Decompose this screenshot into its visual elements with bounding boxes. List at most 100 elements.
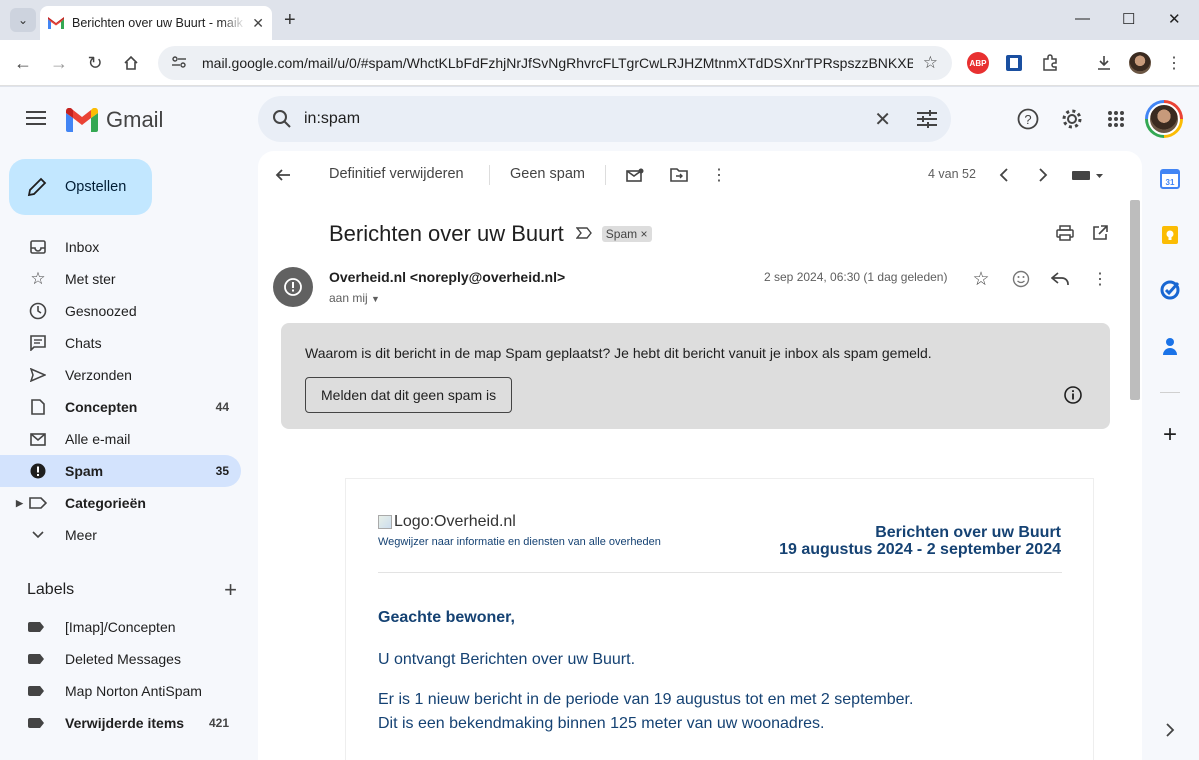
- intro-paragraph: U ontvangt Berichten over uw Buurt.: [378, 651, 636, 668]
- show-side-panel-chevron-icon[interactable]: [1160, 720, 1180, 740]
- sender-avatar[interactable]: [273, 267, 313, 307]
- settings-gear-icon[interactable]: [1060, 107, 1084, 131]
- inbox-icon: [28, 237, 48, 257]
- sender-name[interactable]: Overheid.nl <noreply@overheid.nl>: [329, 269, 565, 285]
- labels-list: [Imap]/Concepten Deleted Messages Map No…: [0, 611, 256, 739]
- toolbar-divider: [489, 165, 490, 185]
- expand-arrow-icon[interactable]: ▶: [16, 498, 23, 509]
- search-icon[interactable]: [272, 109, 292, 129]
- emoji-reaction-icon[interactable]: [1009, 267, 1033, 291]
- compose-button[interactable]: Opstellen: [9, 159, 152, 215]
- sidebar-item-label: Gesnoozed: [65, 303, 137, 319]
- label-item-deleted-items[interactable]: Verwijderde items 421: [0, 707, 241, 739]
- forward-icon[interactable]: →: [46, 50, 72, 76]
- search-input[interactable]: in:spam: [304, 110, 874, 128]
- sidebar-item-spam[interactable]: Spam 35: [0, 455, 241, 487]
- window-close-icon[interactable]: ✕: [1168, 10, 1181, 28]
- spam-label-chip[interactable]: Spam ×: [601, 226, 652, 242]
- overheid-logo[interactable]: Logo:Overheid.nl: [378, 513, 516, 531]
- all-mail-icon: [28, 429, 48, 449]
- report-not-spam-button[interactable]: Melden dat dit geen spam is: [305, 377, 513, 413]
- star-message-icon[interactable]: ☆: [969, 267, 993, 291]
- message-scrollbar[interactable]: [1130, 200, 1140, 400]
- svg-text:?: ?: [1024, 112, 1031, 127]
- sidebar-item-inbox[interactable]: Inbox: [0, 231, 241, 263]
- pencil-icon: [27, 177, 47, 197]
- home-icon[interactable]: [118, 50, 144, 76]
- back-to-list-icon[interactable]: [271, 163, 295, 187]
- sidebar-item-label: Verzonden: [65, 367, 132, 383]
- label-item-deleted-messages[interactable]: Deleted Messages: [0, 643, 241, 675]
- get-addons-plus-icon[interactable]: +: [1160, 421, 1180, 448]
- sidebar-item-chats[interactable]: Chats: [0, 327, 241, 359]
- tab-close-icon[interactable]: ✕: [252, 15, 264, 32]
- newsletter-period: 19 augustus 2024 - 2 september 2024: [779, 541, 1061, 558]
- importance-marker-icon[interactable]: [575, 226, 592, 242]
- sidebar-item-snoozed[interactable]: Gesnoozed: [0, 295, 241, 327]
- spam-chip-text: Spam: [605, 227, 638, 241]
- new-tab-button[interactable]: +: [284, 9, 296, 32]
- browser-menu-icon[interactable]: ⋮: [1163, 52, 1185, 74]
- sidebar-item-starred[interactable]: ☆ Met ster: [0, 263, 241, 295]
- calendar-app-icon[interactable]: 31: [1160, 169, 1180, 189]
- sidebar-item-drafts[interactable]: Concepten 44: [0, 391, 241, 423]
- mark-unread-icon[interactable]: [623, 163, 647, 187]
- tab-title: Berichten over uw Buurt - maik: [72, 16, 243, 30]
- recipient-details[interactable]: aan mij ▼: [329, 291, 380, 305]
- sidebar-item-sent[interactable]: Verzonden: [0, 359, 241, 391]
- sidebar-item-categories[interactable]: ▶ Categorieën: [0, 487, 241, 519]
- side-panel-divider: [1160, 392, 1180, 393]
- newer-chevron-left-icon[interactable]: [992, 163, 1016, 187]
- maximize-icon[interactable]: ☐: [1122, 10, 1135, 28]
- back-icon[interactable]: ←: [10, 50, 36, 76]
- label-tag-icon: [28, 686, 44, 696]
- minimize-icon[interactable]: —: [1075, 10, 1090, 27]
- message-actions-bar: Definitief verwijderen Geen spam ⋮ 4 van…: [258, 151, 1130, 199]
- greeting: Geachte bewoner,: [378, 609, 515, 626]
- message-panel: Definitief verwijderen Geen spam ⋮ 4 van…: [258, 151, 1142, 760]
- adblock-extension-icon[interactable]: ABP: [967, 52, 989, 74]
- sidebar-item-count: 44: [215, 400, 229, 414]
- input-tools-keyboard-icon[interactable]: [1070, 163, 1106, 187]
- remove-label-icon[interactable]: ×: [640, 227, 647, 241]
- extension-icon[interactable]: [1003, 52, 1025, 74]
- main-menu-icon[interactable]: [26, 111, 46, 129]
- not-spam-button[interactable]: Geen spam: [510, 166, 585, 182]
- search-options-icon[interactable]: [917, 110, 937, 128]
- help-icon[interactable]: ?: [1016, 107, 1040, 131]
- apps-grid-icon[interactable]: [1104, 107, 1128, 131]
- delete-forever-button[interactable]: Definitief verwijderen: [329, 166, 464, 182]
- reload-icon[interactable]: ↻: [82, 50, 108, 76]
- message-more-icon[interactable]: ⋮: [1088, 267, 1112, 291]
- reply-icon[interactable]: [1048, 267, 1072, 291]
- bookmark-star-icon[interactable]: ☆: [923, 53, 938, 73]
- keep-app-icon[interactable]: [1160, 225, 1180, 245]
- profile-avatar[interactable]: [1129, 52, 1151, 74]
- add-label-icon[interactable]: +: [224, 577, 237, 603]
- search-bar[interactable]: in:spam ✕: [258, 96, 951, 142]
- print-icon[interactable]: [1053, 221, 1077, 245]
- gmail-m-icon: [66, 108, 98, 132]
- address-bar[interactable]: mail.google.com/mail/u/0/#spam/WhctKLbFd…: [158, 46, 952, 80]
- contacts-app-icon[interactable]: [1160, 336, 1180, 356]
- older-chevron-right-icon[interactable]: [1031, 163, 1055, 187]
- label-item-count: 421: [208, 716, 229, 730]
- info-icon[interactable]: [1063, 385, 1083, 405]
- gmail-logo[interactable]: Gmail: [66, 107, 163, 133]
- clock-icon: [28, 301, 48, 321]
- sidebar-item-more[interactable]: Meer: [0, 519, 241, 551]
- extensions-puzzle-icon[interactable]: [1039, 52, 1061, 74]
- open-new-window-icon[interactable]: [1088, 221, 1112, 245]
- label-item-norton-antispam[interactable]: Map Norton AntiSpam: [0, 675, 241, 707]
- download-icon[interactable]: [1093, 52, 1115, 74]
- tasks-app-icon[interactable]: [1160, 280, 1180, 300]
- site-info-icon[interactable]: [172, 55, 188, 71]
- clear-search-icon[interactable]: ✕: [874, 107, 891, 132]
- tab-search-button[interactable]: ⌄: [10, 8, 36, 32]
- sidebar-item-all-mail[interactable]: Alle e-mail: [0, 423, 241, 455]
- toolbar-divider: [605, 165, 606, 185]
- browser-tab[interactable]: Berichten over uw Buurt - maik ✕: [40, 6, 272, 40]
- more-actions-icon[interactable]: ⋮: [707, 163, 731, 187]
- label-item-imap-drafts[interactable]: [Imap]/Concepten: [0, 611, 241, 643]
- move-to-folder-icon[interactable]: [667, 163, 691, 187]
